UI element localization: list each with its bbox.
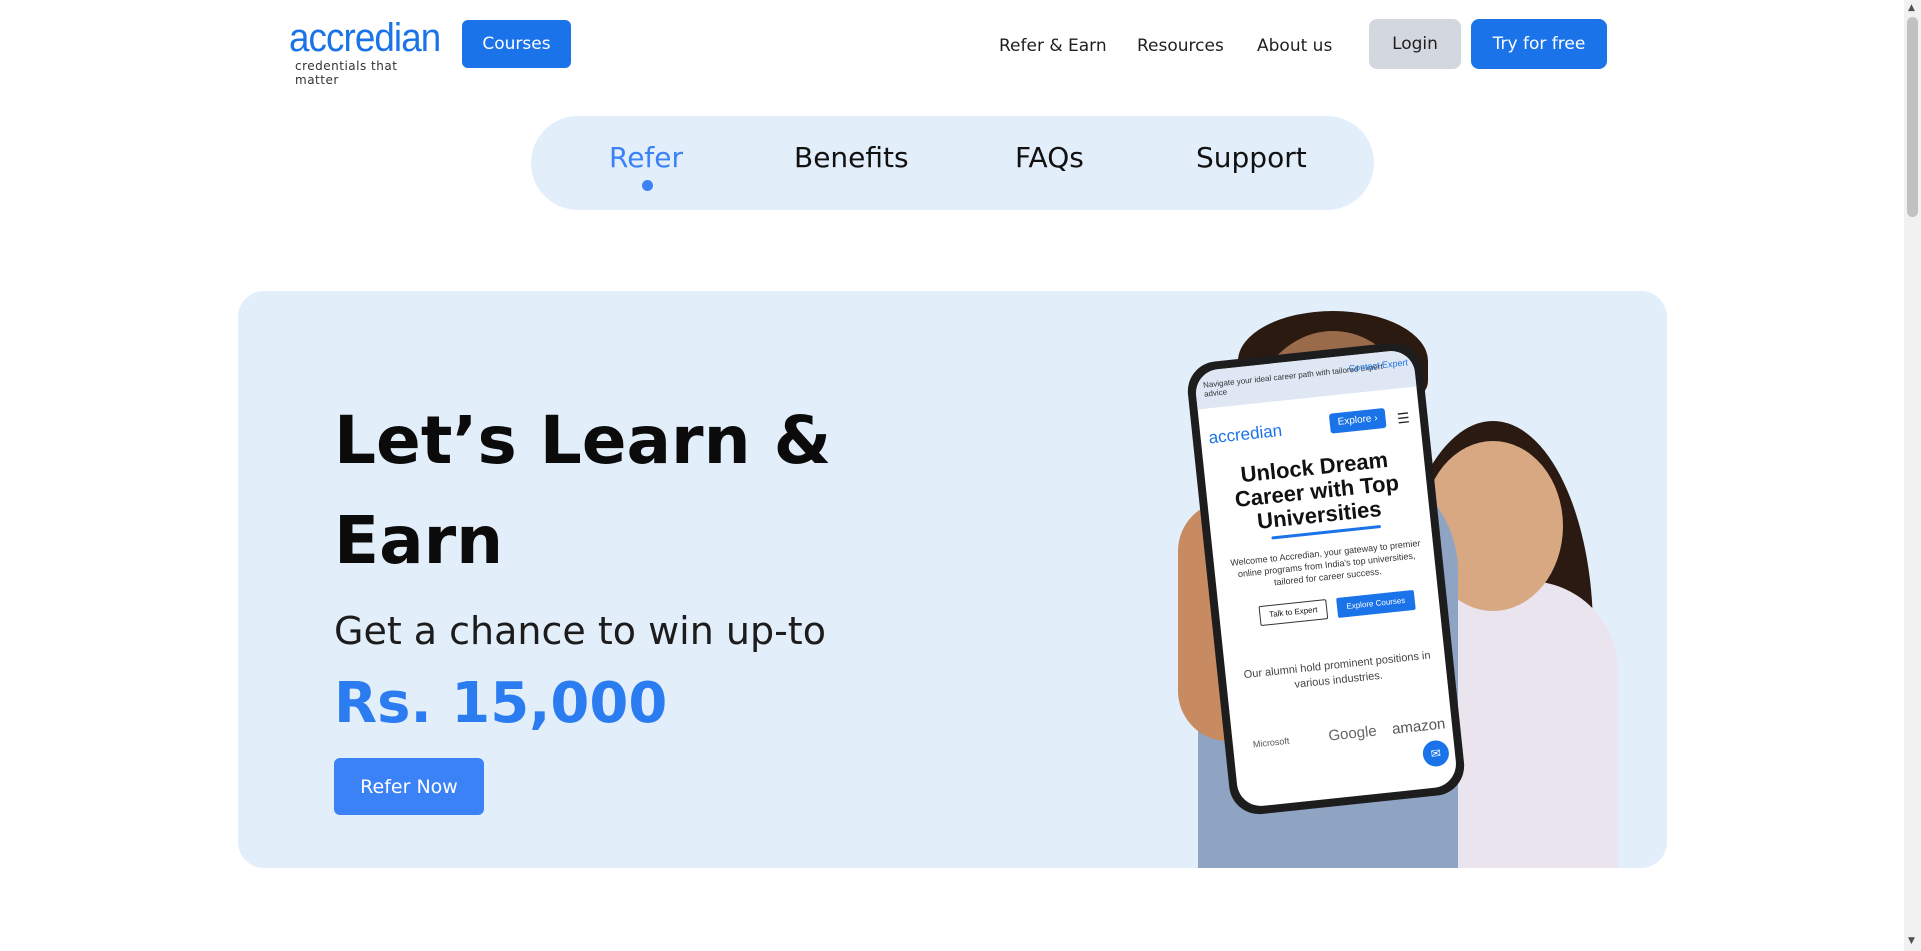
tab-refer[interactable]: Refer [609,141,683,174]
hero-subtitle: Get a chance to win up-to [334,609,826,653]
phone-talk-button: Talk to Expert [1258,599,1329,627]
scroll-up-arrow-icon[interactable]: ▲ [1908,3,1915,13]
chat-icon: ✉ [1421,739,1451,768]
logo-wordmark: accredian [289,16,441,60]
phone-mockup: Navigate your ideal career path with tai… [1184,339,1468,818]
phone-alumni-text: Our alumni hold prominent positions in v… [1243,649,1432,691]
microsoft-logo: Microsoft [1252,735,1290,750]
nav-about-us[interactable]: About us [1257,36,1332,56]
section-tabs: Refer Benefits FAQs Support [531,116,1374,210]
phone-screen: Navigate your ideal career path with tai… [1193,348,1459,809]
phone-top-banner: Navigate your ideal career path with tai… [1193,348,1417,410]
logo-tagline: credentials that matter [295,59,398,87]
nav-resources[interactable]: Resources [1137,36,1224,56]
refer-now-button[interactable]: Refer Now [334,758,484,815]
hero-amount: Rs. 15,000 [334,671,668,736]
phone-logo: accredian [1207,420,1283,448]
hero-illustration: Navigate your ideal career path with tai… [938,311,1638,868]
try-for-free-button[interactable]: Try for free [1471,19,1607,69]
phone-description: Welcome to Accredian, your gateway to pr… [1229,537,1421,588]
hamburger-menu-icon: ☰ [1396,409,1411,427]
login-button[interactable]: Login [1369,19,1461,69]
scroll-down-arrow-icon[interactable]: ▼ [1908,936,1915,946]
nav-refer-earn[interactable]: Refer & Earn [999,36,1107,56]
amazon-logo: amazon [1391,715,1447,738]
logo[interactable]: accredian credentials that matter [289,16,441,87]
courses-button[interactable]: Courses [462,20,571,68]
google-logo: Google [1327,722,1378,745]
phone-explore-button: Explore › [1328,407,1387,434]
hero-title: Let’s Learn & Earn [334,402,832,579]
scroll-thumb[interactable] [1907,17,1918,217]
hero-banner: Let’s Learn & Earn Get a chance to win u… [238,291,1667,868]
active-tab-dot-icon [642,180,653,191]
tab-benefits[interactable]: Benefits [794,141,909,174]
tab-faqs[interactable]: FAQs [1015,141,1084,174]
vertical-scrollbar[interactable]: ▲ ▼ [1904,0,1921,951]
phone-explore-courses-button: Explore Courses [1336,589,1416,618]
tab-support[interactable]: Support [1196,141,1307,174]
phone-headline: Unlock Dream Career with Top Universitie… [1233,446,1400,534]
